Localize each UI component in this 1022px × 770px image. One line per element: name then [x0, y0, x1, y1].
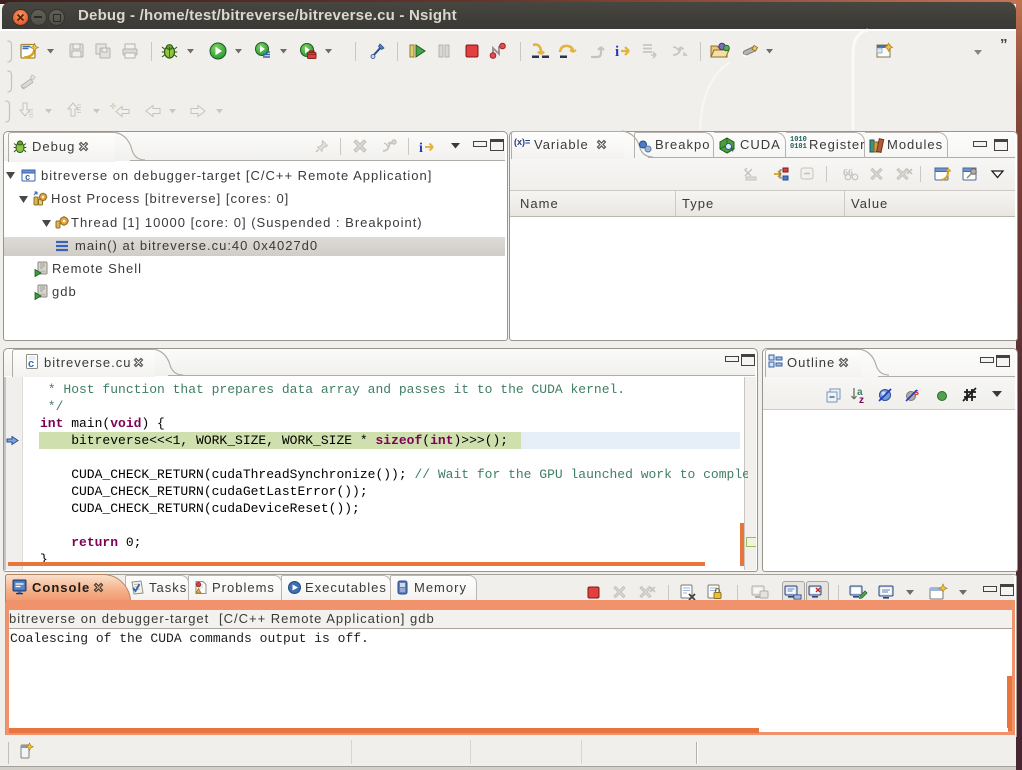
svg-text:c: c — [25, 173, 30, 183]
svg-text:66: 66 — [843, 168, 853, 179]
svg-text:i: i — [419, 141, 423, 156]
svg-text:i: i — [615, 44, 619, 60]
svg-text:c: c — [28, 358, 34, 370]
svg-text:z: z — [859, 395, 864, 406]
